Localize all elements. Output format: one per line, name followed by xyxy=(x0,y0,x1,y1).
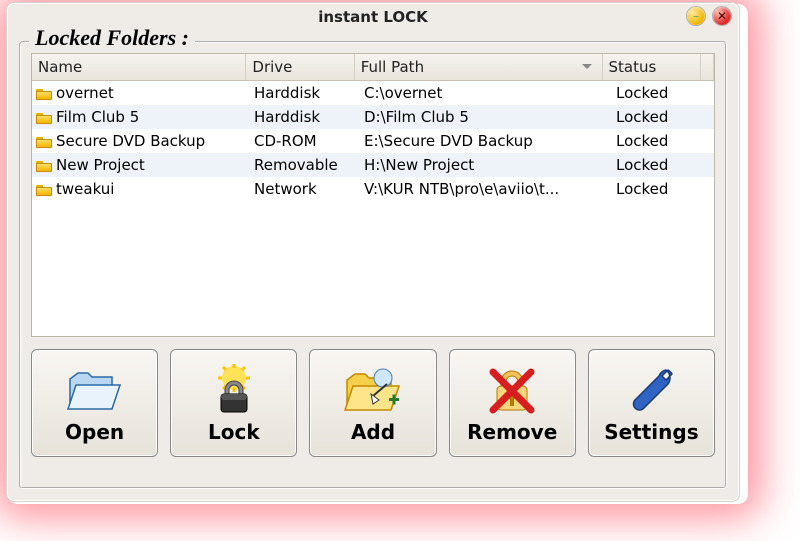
folder-icon xyxy=(36,183,52,196)
column-header-status[interactable]: Status xyxy=(603,54,701,80)
column-header-path[interactable]: Full Path xyxy=(355,54,603,80)
settings-button-label: Settings xyxy=(604,420,698,444)
add-button-label: Add xyxy=(351,420,395,444)
remove-lock-icon xyxy=(482,362,542,418)
folder-icon xyxy=(36,135,52,148)
open-button[interactable]: Open xyxy=(31,349,158,457)
cell-name: New Project xyxy=(56,156,145,174)
folder-icon xyxy=(36,87,52,100)
cell-name: Secure DVD Backup xyxy=(56,132,205,150)
add-folder-icon xyxy=(343,362,403,418)
cell-path: H:\New Project xyxy=(360,153,612,177)
table-row[interactable]: overnet Harddisk C:\overnet Locked xyxy=(32,81,714,105)
table-row[interactable]: tweakui Network V:\KUR NTB\pro\e\aviio\t… xyxy=(32,177,714,201)
locked-folders-group: Locked Folders : Name Drive Full Path St… xyxy=(19,41,727,489)
cell-path: D:\Film Club 5 xyxy=(360,105,612,129)
cell-drive: Network xyxy=(250,177,360,201)
folder-icon xyxy=(36,159,52,172)
table-row[interactable]: New Project Removable H:\New Project Loc… xyxy=(32,153,714,177)
column-header-drive[interactable]: Drive xyxy=(246,54,354,80)
lock-button[interactable]: Lock xyxy=(170,349,297,457)
column-header-spacer xyxy=(701,54,714,80)
folder-icon xyxy=(36,111,52,124)
lock-button-label: Lock xyxy=(208,420,260,444)
add-button[interactable]: Add xyxy=(309,349,436,457)
toolbar: Open xyxy=(31,349,715,457)
column-header-name[interactable]: Name xyxy=(32,54,246,80)
cell-name: overnet xyxy=(56,84,114,102)
table-row[interactable]: Secure DVD Backup CD-ROM E:\Secure DVD B… xyxy=(32,129,714,153)
cell-status: Locked xyxy=(612,153,712,177)
group-title: Locked Folders : xyxy=(29,25,195,51)
app-window: instant LOCK – ✕ Locked Folders : Name D… xyxy=(6,2,740,502)
table-header-row: Name Drive Full Path Status xyxy=(32,54,714,81)
cell-status: Locked xyxy=(612,129,712,153)
cell-name: tweakui xyxy=(56,180,114,198)
cell-path: C:\overnet xyxy=(360,81,612,105)
cell-path: E:\Secure DVD Backup xyxy=(360,129,612,153)
remove-button-label: Remove xyxy=(467,420,557,444)
settings-button[interactable]: Settings xyxy=(588,349,715,457)
minimize-button[interactable]: – xyxy=(687,7,705,25)
cell-drive: CD-ROM xyxy=(250,129,360,153)
column-header-path-label: Full Path xyxy=(361,58,424,76)
sort-indicator-down-icon xyxy=(582,64,592,69)
cell-status: Locked xyxy=(612,105,712,129)
wrench-icon xyxy=(621,362,681,418)
folder-table: Name Drive Full Path Status overnet Hard… xyxy=(31,53,715,337)
remove-button[interactable]: Remove xyxy=(449,349,576,457)
window-title: instant LOCK xyxy=(318,8,428,26)
open-button-label: Open xyxy=(65,420,124,444)
cell-drive: Harddisk xyxy=(250,105,360,129)
table-row[interactable]: Film Club 5 Harddisk D:\Film Club 5 Lock… xyxy=(32,105,714,129)
cell-name: Film Club 5 xyxy=(56,108,139,126)
cell-status: Locked xyxy=(612,81,712,105)
open-folder-icon xyxy=(65,362,125,418)
cell-drive: Harddisk xyxy=(250,81,360,105)
cell-status: Locked xyxy=(612,177,712,201)
padlock-sun-icon xyxy=(204,362,264,418)
close-button[interactable]: ✕ xyxy=(713,7,731,25)
cell-path: V:\KUR NTB\pro\e\aviio\t... xyxy=(360,177,612,201)
cell-drive: Removable xyxy=(250,153,360,177)
